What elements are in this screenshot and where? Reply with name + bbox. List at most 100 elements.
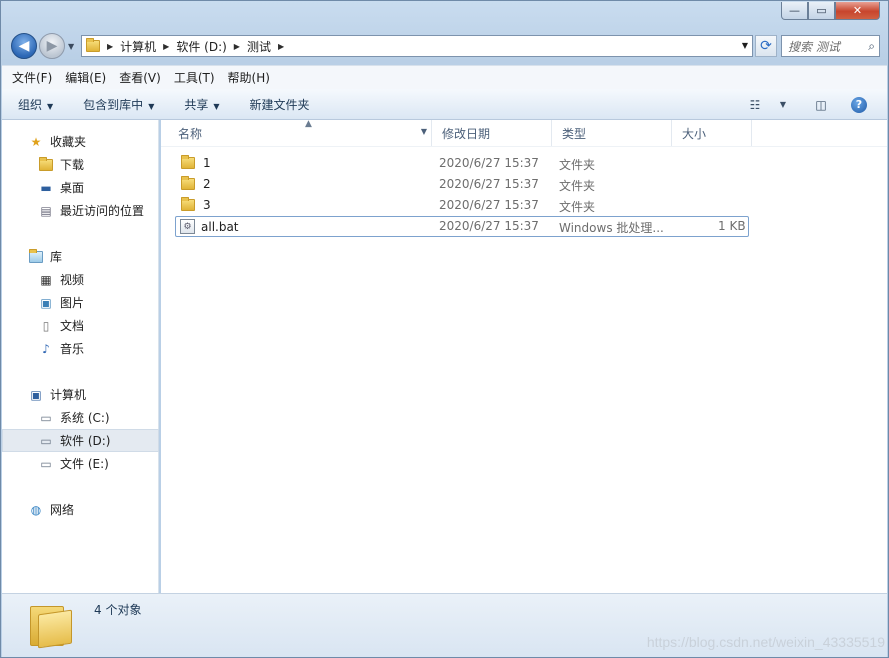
chevron-down-icon[interactable]: ▼ — [421, 127, 427, 136]
nav-drive-c[interactable]: ▭ 系统 (C:) — [2, 406, 159, 429]
navigation-pane: ★ 收藏夹 下载 ▬ 桌面 ▤ 最近访问的位置 库 ▦ 视频 ▣ 图片 ▯ 文档… — [2, 120, 159, 593]
downloads-folder-icon — [38, 156, 54, 172]
preview-pane-icon[interactable]: ◫ — [813, 98, 829, 112]
nav-favorites-label: 收藏夹 — [50, 135, 87, 149]
drive-icon: ▭ — [40, 456, 52, 471]
nav-drive-d[interactable]: ▭ 软件 (D:) — [2, 429, 159, 452]
breadcrumb-arrow-icon[interactable]: ▶ — [107, 42, 113, 51]
search-input[interactable]: 搜索 测试 ⌕ — [781, 35, 880, 57]
menu-tools[interactable]: 工具(T) — [174, 69, 215, 86]
column-header-size[interactable]: 大小 — [672, 120, 752, 146]
search-icon[interactable]: ⌕ — [868, 39, 875, 54]
nav-computer[interactable]: ▣ 计算机 — [2, 383, 159, 406]
maximize-button[interactable]: ▭ — [808, 2, 835, 20]
drive-icon: ▭ — [40, 433, 52, 448]
new-folder-button[interactable]: 新建文件夹 — [250, 96, 310, 113]
file-modified: 2020/6/27 15:37 — [439, 198, 539, 212]
explorer-window: — ▭ ✕ ◀ ▶ ▼ ▶ 计算机 ▶ 软件 (D:) ▶ 测试 ▶ ▼ ⟳ 搜… — [0, 0, 889, 658]
nav-downloads[interactable]: 下载 — [2, 153, 159, 176]
chevron-down-icon: ▼ — [47, 101, 54, 111]
include-library-button[interactable]: 包含到库中 ▼ — [83, 96, 154, 113]
nav-favorites[interactable]: ★ 收藏夹 — [2, 130, 159, 153]
nav-documents[interactable]: ▯ 文档 — [2, 314, 159, 337]
nav-drive-e[interactable]: ▭ 文件 (E:) — [2, 452, 159, 475]
nav-recent-label: 最近访问的位置 — [60, 204, 145, 218]
breadcrumb-test[interactable]: 测试 — [247, 38, 271, 55]
forward-button[interactable]: ▶ — [39, 33, 65, 59]
nav-libraries[interactable]: 库 — [2, 245, 159, 268]
file-modified: 2020/6/27 15:37 — [439, 219, 539, 233]
minimize-button[interactable]: — — [781, 2, 808, 20]
file-modified: 2020/6/27 15:37 — [439, 177, 539, 191]
libraries-icon — [28, 248, 44, 264]
include-library-label: 包含到库中 — [83, 97, 144, 112]
system-drive-icon: ▭ — [40, 410, 52, 425]
batch-file-icon: ⚙ — [180, 219, 195, 234]
navigation-row: ◀ ▶ ▼ ▶ 计算机 ▶ 软件 (D:) ▶ 测试 ▶ ▼ ⟳ 搜索 测试 ⌕ — [9, 33, 880, 61]
organize-button[interactable]: 组织 ▼ — [18, 96, 53, 113]
item-count: 4 个对象 — [94, 603, 142, 617]
column-name-label: 名称 — [178, 126, 203, 141]
file-type: Windows 批处理... — [559, 221, 664, 235]
breadcrumb-arrow-icon[interactable]: ▶ — [234, 42, 240, 51]
nav-pictures[interactable]: ▣ 图片 — [2, 291, 159, 314]
breadcrumb-drive-d[interactable]: 软件 (D:) — [176, 38, 226, 55]
column-header-type[interactable]: 类型 — [552, 120, 672, 146]
breadcrumb-computer[interactable]: 计算机 — [120, 38, 156, 55]
pictures-icon: ▣ — [40, 295, 52, 310]
command-bar: 组织 ▼ 包含到库中 ▼ 共享 ▼ 新建文件夹 ☷ ▼ ◫ ? — [2, 89, 887, 120]
file-row-selected[interactable]: ⚙ all.bat 2020/6/27 15:37 Windows 批处理...… — [175, 216, 749, 237]
nav-videos-label: 视频 — [60, 273, 85, 287]
address-dropdown-icon[interactable]: ▼ — [742, 41, 748, 50]
menu-file[interactable]: 文件(F) — [12, 69, 52, 86]
close-button[interactable]: ✕ — [835, 2, 880, 20]
share-button[interactable]: 共享 ▼ — [184, 96, 219, 113]
file-name: 2 — [203, 177, 211, 191]
nav-downloads-label: 下载 — [60, 158, 85, 172]
file-name: 3 — [203, 198, 211, 212]
menu-bar: 文件(F) 编辑(E) 查看(V) 工具(T) 帮助(H) — [2, 65, 887, 89]
recent-pages-dropdown-icon[interactable]: ▼ — [68, 42, 74, 51]
file-row[interactable]: 1 2020/6/27 15:37 文件夹 — [161, 153, 887, 174]
documents-icon: ▯ — [42, 318, 50, 333]
file-list-pane: 名称 ▲ ▼ 修改日期 类型 大小 1 2020/6/27 15:37 文件夹 … — [161, 119, 887, 593]
help-icon[interactable]: ? — [851, 96, 867, 113]
nav-network-label: 网络 — [50, 503, 75, 517]
folder-icon — [30, 602, 72, 649]
nav-desktop[interactable]: ▬ 桌面 — [2, 176, 159, 199]
nav-videos[interactable]: ▦ 视频 — [2, 268, 159, 291]
view-options-icon[interactable]: ☷ — [747, 98, 763, 112]
nav-drive-d-label: 软件 (D:) — [60, 434, 111, 448]
address-bar[interactable]: ▶ 计算机 ▶ 软件 (D:) ▶ 测试 ▶ ▼ — [81, 35, 753, 57]
new-folder-label: 新建文件夹 — [249, 97, 310, 112]
nav-recent[interactable]: ▤ 最近访问的位置 — [2, 199, 159, 222]
nav-network[interactable]: ◍ 网络 — [2, 498, 159, 521]
breadcrumb-arrow-icon[interactable]: ▶ — [278, 42, 284, 51]
column-header-name[interactable]: 名称 ▲ ▼ — [168, 119, 432, 146]
refresh-button[interactable]: ⟳ — [755, 35, 777, 57]
nav-desktop-label: 桌面 — [60, 181, 85, 195]
nav-music[interactable]: ♪ 音乐 — [2, 337, 159, 360]
desktop-icon: ▬ — [40, 180, 52, 195]
menu-edit[interactable]: 编辑(E) — [65, 69, 106, 86]
nav-computer-label: 计算机 — [50, 388, 87, 402]
chevron-down-icon[interactable]: ▼ — [775, 98, 791, 112]
file-row[interactable]: 3 2020/6/27 15:37 文件夹 — [161, 195, 887, 216]
back-button[interactable]: ◀ — [11, 33, 37, 59]
title-bar: — ▭ ✕ — [1, 1, 888, 29]
sort-ascending-icon: ▲ — [305, 119, 312, 129]
video-icon: ▦ — [40, 272, 52, 287]
breadcrumb-arrow-icon[interactable]: ▶ — [163, 42, 169, 51]
column-header-modified[interactable]: 修改日期 — [432, 120, 552, 146]
nav-pictures-label: 图片 — [60, 296, 85, 310]
menu-help[interactable]: 帮助(H) — [228, 69, 270, 86]
file-name: 1 — [203, 156, 211, 170]
file-name: all.bat — [201, 219, 239, 234]
file-row[interactable]: 2 2020/6/27 15:37 文件夹 — [161, 174, 887, 195]
column-modified-label: 修改日期 — [442, 126, 491, 141]
menu-view[interactable]: 查看(V) — [119, 69, 161, 86]
folder-icon — [181, 197, 195, 211]
details-pane: 4 个对象 https://blog.csdn.net/weixin_43335… — [2, 593, 887, 657]
computer-icon: ▣ — [30, 387, 42, 402]
watermark: https://blog.csdn.net/weixin_43335519 — [646, 634, 885, 650]
